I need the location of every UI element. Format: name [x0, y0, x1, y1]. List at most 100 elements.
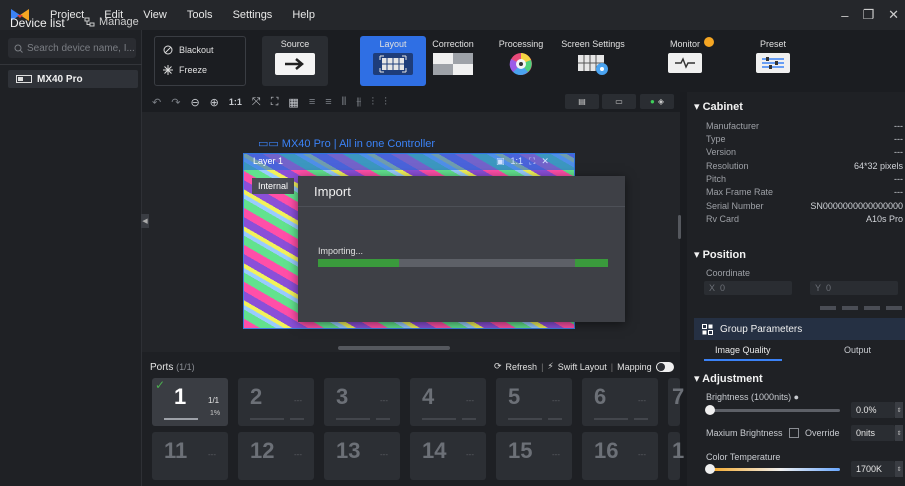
align-button[interactable] — [842, 306, 858, 310]
layer-close-icon[interactable]: ✕ — [541, 156, 549, 167]
device-search-input[interactable]: Search device name, I... — [8, 38, 136, 58]
layer-ratio[interactable]: 1:1 — [511, 156, 524, 167]
port-2[interactable]: 2 --- — [238, 378, 314, 426]
port-13[interactable]: 13 --- — [324, 432, 400, 480]
layers-view-toggle[interactable]: ● ◈ — [640, 94, 674, 109]
align-center-icon[interactable]: ≡ — [325, 96, 331, 108]
blackout-icon — [163, 45, 173, 55]
correction-label: Correction — [432, 39, 474, 49]
lock-icon[interactable]: ▣ — [496, 156, 505, 167]
zoom-out-icon[interactable]: ⊖ — [190, 96, 199, 109]
preset-icon — [756, 53, 790, 73]
refresh-icon[interactable]: ⟳ — [494, 361, 502, 372]
correction-button[interactable]: Correction — [420, 36, 486, 86]
port-1[interactable]: ✓ 1 1/1 1% — [152, 378, 228, 426]
close-button[interactable]: ✕ — [888, 7, 899, 23]
align-button[interactable] — [820, 306, 836, 310]
max-brightness-stepper[interactable]: ⇕ — [895, 425, 903, 441]
menu-view[interactable]: View — [133, 9, 177, 21]
source-button[interactable]: Source — [262, 36, 328, 86]
maximize-button[interactable]: ❐ — [862, 7, 874, 23]
port-11[interactable]: 11 --- — [152, 432, 228, 480]
freeze-label: Freeze — [179, 65, 208, 75]
refresh-button[interactable]: Refresh — [506, 362, 538, 372]
manage-button[interactable]: Manage — [84, 16, 139, 28]
port-14[interactable]: 14 --- — [410, 432, 486, 480]
override-checkbox[interactable] — [789, 428, 799, 438]
tab-image-quality[interactable]: Image Quality — [715, 345, 771, 355]
color-temperature-stepper[interactable]: ⇕ — [895, 461, 903, 477]
cabinet-section-header[interactable]: ▾ Cabinet — [694, 100, 743, 113]
processing-button[interactable]: Processing — [488, 36, 554, 86]
grid-icon[interactable]: ▦ — [288, 96, 298, 109]
max-brightness-value-input[interactable]: 0nits — [851, 425, 895, 441]
brightness-slider-knob[interactable] — [705, 405, 715, 415]
position-section-header[interactable]: ▾ Position — [694, 248, 746, 261]
freeze-button[interactable]: Freeze — [163, 65, 207, 75]
field-value: --- — [894, 174, 903, 184]
color-temperature-slider-track[interactable] — [708, 468, 840, 471]
override-label: Override — [805, 428, 840, 438]
port-3[interactable]: 3 --- — [324, 378, 400, 426]
align-bottom-icon[interactable]: ⫶ — [384, 96, 387, 109]
info-icon[interactable]: ● — [794, 392, 799, 402]
menu-help[interactable]: Help — [282, 9, 325, 21]
distribute-icon[interactable]: ⫴ — [342, 96, 347, 109]
mapping-toggle[interactable] — [655, 361, 674, 372]
group-parameters-label: Group Parameters — [720, 323, 803, 335]
preset-button[interactable]: Preset — [740, 36, 806, 86]
align-button[interactable] — [864, 306, 880, 310]
field-value: SN0000000000000000 — [810, 201, 903, 211]
layout-button[interactable]: Layout — [360, 36, 426, 86]
field-value: --- — [894, 134, 903, 144]
color-temperature-value-input[interactable]: 1700K — [851, 461, 895, 477]
brightness-stepper[interactable]: ⇕ — [895, 402, 903, 418]
port-16[interactable]: 16 --- — [582, 432, 658, 480]
horizontal-scrollbar[interactable] — [338, 346, 450, 350]
menu-settings[interactable]: Settings — [223, 9, 283, 21]
ports-actions: ⟳ Refresh | ⚡ Swift Layout | Mapping — [494, 361, 674, 372]
expand-icon[interactable]: ⛶ — [529, 156, 535, 167]
align-top-icon[interactable]: ⫶ — [371, 96, 374, 109]
collapse-panel-icon[interactable]: ◀ — [141, 214, 149, 228]
menu-tools[interactable]: Tools — [177, 9, 223, 21]
undo-icon[interactable]: ↶ — [152, 96, 161, 109]
screen-settings-button[interactable]: Screen Settings — [560, 36, 626, 86]
align-button[interactable] — [886, 306, 902, 310]
layer-controls: ▣ 1:1 ⛶ ✕ — [496, 156, 549, 167]
align-left-icon[interactable]: ≡ — [309, 96, 315, 108]
tab-output[interactable]: Output — [844, 345, 871, 355]
blackout-button[interactable]: Blackout — [163, 45, 214, 55]
align-right-icon[interactable]: ⫵ — [356, 96, 361, 109]
brightness-value-input[interactable]: 0.0% — [851, 402, 895, 418]
zoom-in-icon[interactable]: ⊕ — [210, 96, 219, 109]
redo-icon[interactable]: ↷ — [171, 96, 180, 109]
port-7[interactable]: 7 — [668, 378, 684, 426]
y-coordinate-input[interactable]: Y 0 — [810, 281, 898, 295]
port-5[interactable]: 5 --- — [496, 378, 572, 426]
field-label: Serial Number — [706, 201, 764, 211]
fit-icon[interactable]: ⤧ — [252, 96, 261, 109]
port-6[interactable]: 6 --- — [582, 378, 658, 426]
port-17[interactable]: 1 — [668, 432, 684, 480]
port-load-bar — [594, 418, 628, 420]
minimize-button[interactable]: – — [841, 8, 848, 23]
fullscreen-icon[interactable]: ⛶ — [271, 96, 279, 109]
port-15[interactable]: 15 --- — [496, 432, 572, 480]
swift-layout-button[interactable]: Swift Layout — [558, 362, 607, 372]
vertical-scrollbar[interactable] — [678, 215, 681, 239]
port-12[interactable]: 12 --- — [238, 432, 314, 480]
device-list-title: Device list — [10, 16, 65, 30]
port-4[interactable]: 4 --- — [410, 378, 486, 426]
device-item[interactable]: MX40 Pro — [8, 70, 138, 88]
monitor-label: Monitor — [669, 39, 700, 49]
search-placeholder: Search device name, I... — [27, 42, 135, 54]
adjustment-section-header[interactable]: ▾ Adjustment — [694, 372, 763, 385]
zoom-ratio-button[interactable]: 1:1 — [229, 97, 242, 107]
brightness-slider-track[interactable] — [708, 409, 840, 412]
x-coordinate-input[interactable]: X 0 — [704, 281, 792, 295]
group-parameters-bar[interactable]: Group Parameters — [694, 318, 905, 340]
keyboard-view-toggle[interactable]: ▤ — [565, 94, 599, 109]
color-temperature-slider-knob[interactable] — [705, 464, 715, 474]
window-view-toggle[interactable]: ▭ — [602, 94, 636, 109]
